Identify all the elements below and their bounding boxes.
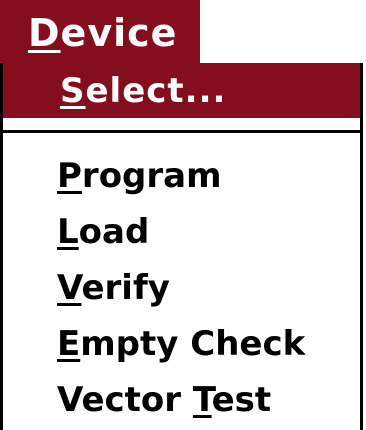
menu-title-device[interactable]: Device	[0, 0, 200, 63]
menu-item-label: oad	[78, 212, 150, 252]
device-dropdown-menu: Select... Program Load Verify Empty Chec…	[0, 63, 363, 430]
menu-item-select[interactable]: Select...	[3, 63, 360, 118]
menu-item-label: rogram	[81, 156, 222, 196]
device-menu-screen: Device Select... Program Load Verify Emp…	[0, 0, 366, 430]
menu-item-empty-check[interactable]: Empty Check	[3, 319, 360, 369]
menu-item-label: elect...	[85, 71, 227, 111]
menu-item-mnemonic: V	[57, 268, 82, 308]
menu-item-mnemonic: P	[57, 156, 82, 196]
menu-title-mnemonic: D	[28, 11, 61, 55]
menu-item-mnemonic: L	[57, 212, 79, 252]
menu-separator	[3, 130, 360, 133]
menu-item-verify[interactable]: Verify	[3, 263, 360, 313]
menu-item-mnemonic: T	[192, 380, 212, 420]
menu-item-label: erify	[81, 268, 170, 308]
menu-item-label: est	[211, 380, 272, 420]
menu-item-label-prefix: Vector	[57, 380, 193, 420]
menu-item-mnemonic: S	[60, 71, 86, 111]
menu-title-label: evice	[60, 11, 178, 55]
menu-item-label: mpty Check	[80, 324, 306, 364]
menu-item-vector-test[interactable]: Vector Test	[3, 375, 360, 425]
menu-item-mnemonic: E	[57, 324, 81, 364]
menu-item-program[interactable]: Program	[3, 151, 360, 201]
menu-item-load[interactable]: Load	[3, 207, 360, 257]
